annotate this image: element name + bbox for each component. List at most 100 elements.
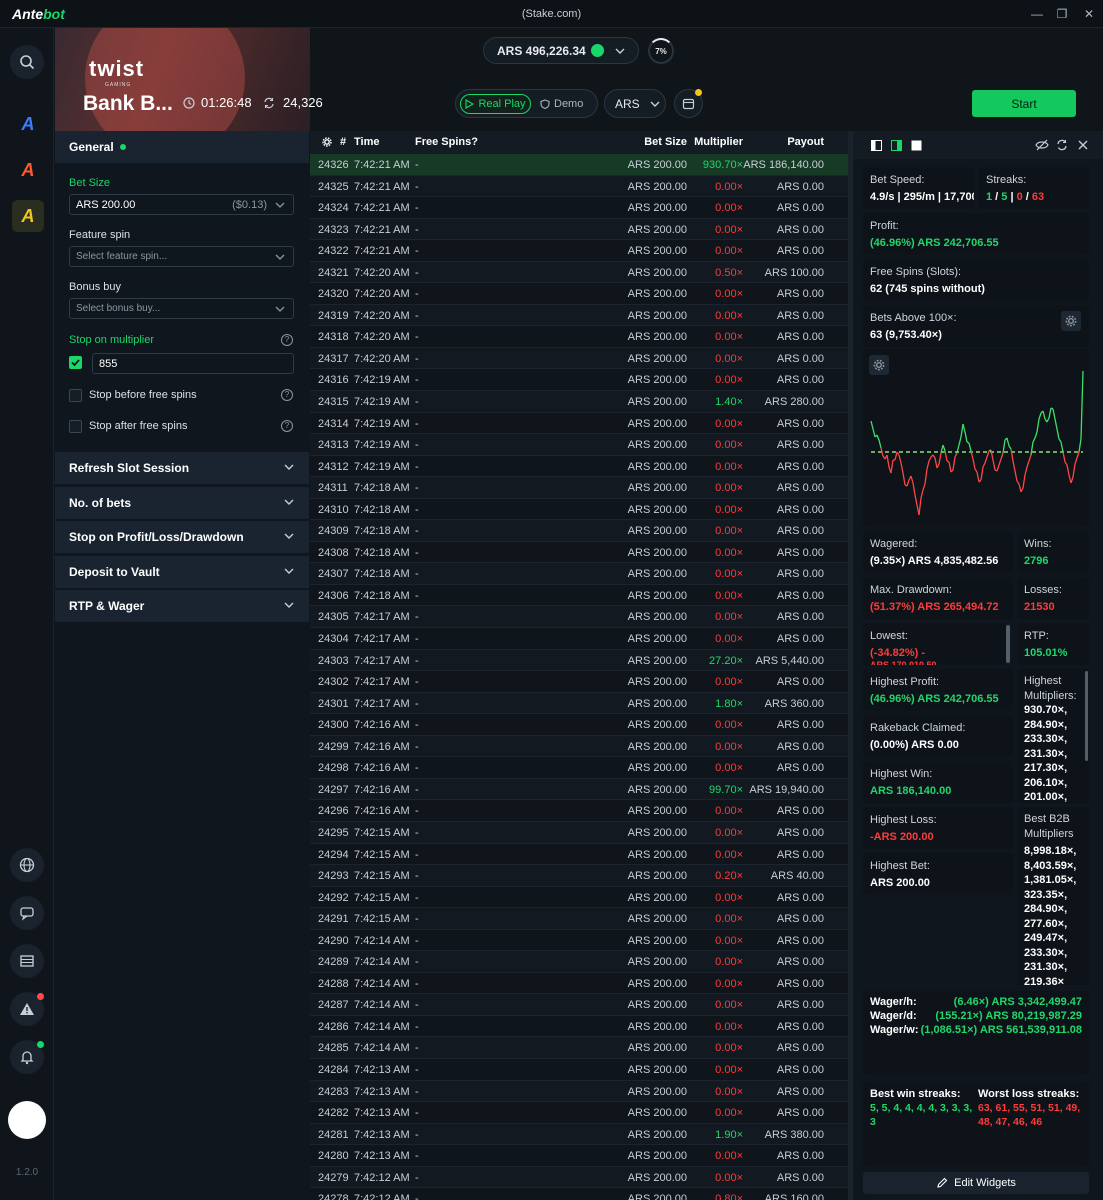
- stop-before-checkbox[interactable]: [69, 389, 82, 402]
- cell-payout: ARS 0.00: [776, 826, 824, 839]
- table-row[interactable]: 24283 7:42:13 AM - ARS 200.00 0.00× ARS 0.00: [310, 1080, 849, 1103]
- table-row[interactable]: 24309 7:42:18 AM - ARS 200.00 0.00× ARS 0.00: [310, 520, 849, 542]
- table-row[interactable]: 24286 7:42:14 AM - ARS 200.00 0.00× ARS 0.00: [310, 1016, 849, 1038]
- minimize-icon[interactable]: —: [1028, 7, 1046, 21]
- table-row[interactable]: 24313 7:42:19 AM - ARS 200.00 0.00× ARS 0.00: [310, 434, 849, 456]
- table-row[interactable]: 24303 7:42:17 AM - ARS 200.00 27.20× ARS 5,44…: [310, 649, 849, 672]
- globe-button[interactable]: [10, 848, 44, 882]
- help-icon[interactable]: ?: [281, 420, 293, 432]
- stop-multiplier-checkbox[interactable]: [69, 356, 82, 369]
- start-button[interactable]: Start: [972, 90, 1076, 117]
- help-icon[interactable]: ?: [281, 334, 293, 346]
- table-row[interactable]: 24325 7:42:21 AM - ARS 200.00 0.00× ARS 0.00: [310, 175, 849, 198]
- cell-free-spins: -: [415, 1128, 419, 1141]
- table-row[interactable]: 24318 7:42:20 AM - ARS 200.00 0.00× ARS 0.00: [310, 326, 849, 348]
- restore-icon[interactable]: ❐: [1053, 7, 1071, 21]
- table-row[interactable]: 24282 7:42:13 AM - ARS 200.00 0.00× ARS 0.00: [310, 1102, 849, 1124]
- table-row[interactable]: 24315 7:42:19 AM - ARS 200.00 1.40× ARS 280.0…: [310, 391, 849, 413]
- refresh-icon[interactable]: [1056, 139, 1068, 151]
- cell-bet-size: ARS 200.00: [627, 1128, 687, 1141]
- table-row[interactable]: 24280 7:42:13 AM - ARS 200.00 0.00× ARS 0.00: [310, 1145, 849, 1167]
- table-row[interactable]: 24305 7:42:17 AM - ARS 200.00 0.00× ARS 0.00: [310, 606, 849, 629]
- table-row[interactable]: 24324 7:42:21 AM - ARS 200.00 0.00× ARS 0.00: [310, 197, 849, 219]
- table-row[interactable]: 24304 7:42:17 AM - ARS 200.00 0.00× ARS 0.00: [310, 628, 849, 650]
- avatar[interactable]: [8, 1101, 46, 1139]
- app-a-orange-icon[interactable]: A: [12, 154, 44, 186]
- table-row[interactable]: 24314 7:42:19 AM - ARS 200.00 0.00× ARS 0.00: [310, 413, 849, 435]
- table-row[interactable]: 24285 7:42:14 AM - ARS 200.00 0.00× ARS 0.00: [310, 1037, 849, 1059]
- table-row[interactable]: 24294 7:42:15 AM - ARS 200.00 0.00× ARS 0.00: [310, 844, 849, 866]
- balance-dropdown[interactable]: ARS 496,226.34: [483, 37, 639, 64]
- chart-segment: [1080, 370, 1084, 440]
- close-icon[interactable]: [1078, 140, 1088, 150]
- rtp-wager-section[interactable]: RTP & Wager: [55, 590, 309, 622]
- table-row[interactable]: 24297 7:42:16 AM - ARS 200.00 99.70× ARS 19,9…: [310, 778, 849, 801]
- table-button[interactable]: [10, 944, 44, 978]
- help-icon[interactable]: ?: [281, 389, 293, 401]
- refresh-slot-section[interactable]: Refresh Slot Session: [55, 452, 309, 484]
- app-a-blue-icon[interactable]: A: [12, 108, 44, 140]
- lowest-scrollbar[interactable]: [1006, 625, 1010, 663]
- table-row[interactable]: 24287 7:42:14 AM - ARS 200.00 0.00× ARS 0.00: [310, 994, 849, 1016]
- table-row[interactable]: 24293 7:42:15 AM - ARS 200.00 0.20× ARS 40.00: [310, 865, 849, 887]
- stop-profit-loss-section[interactable]: Stop on Profit/Loss/Drawdown: [55, 521, 309, 553]
- table-row[interactable]: 24284 7:42:13 AM - ARS 200.00 0.00× ARS 0.00: [310, 1059, 849, 1081]
- stop-after-checkbox[interactable]: [69, 420, 82, 433]
- bonus-buy-select[interactable]: Select bonus buy...: [69, 298, 294, 319]
- table-row[interactable]: 24311 7:42:18 AM - ARS 200.00 0.00× ARS 0.00: [310, 477, 849, 499]
- general-section-header[interactable]: General: [55, 131, 309, 163]
- table-row[interactable]: 24279 7:42:12 AM - ARS 200.00 0.00× ARS 0.00: [310, 1166, 849, 1189]
- table-row[interactable]: 24290 7:42:14 AM - ARS 200.00 0.00× ARS 0.00: [310, 930, 849, 952]
- feature-spin-select[interactable]: Select feature spin...: [69, 246, 294, 267]
- table-row[interactable]: 24296 7:42:16 AM - ARS 200.00 0.00× ARS 0.00: [310, 800, 849, 822]
- bet-size-input[interactable]: ARS 200.00 ($0.13): [69, 194, 294, 215]
- table-row[interactable]: 24319 7:42:20 AM - ARS 200.00 0.00× ARS 0.00: [310, 304, 849, 327]
- gear-icon[interactable]: [1061, 311, 1081, 331]
- table-row[interactable]: 24292 7:42:15 AM - ARS 200.00 0.00× ARS 0.00: [310, 887, 849, 909]
- no-of-bets-section[interactable]: No. of bets: [55, 487, 309, 519]
- table-row[interactable]: 24278 7:42:12 AM - ARS 200.00 0.80× ARS 160.0…: [310, 1188, 849, 1200]
- close-icon[interactable]: ✕: [1080, 7, 1098, 21]
- real-play-button[interactable]: Real Play: [460, 94, 531, 114]
- layout-left-icon[interactable]: [871, 140, 882, 151]
- cell-time: 7:42:13 AM: [354, 1085, 410, 1098]
- table-row[interactable]: 24302 7:42:17 AM - ARS 200.00 0.00× ARS 0.00: [310, 671, 849, 693]
- currency-select[interactable]: ARS: [604, 89, 666, 118]
- stop-multiplier-input[interactable]: 855: [92, 353, 294, 374]
- cell-id: 24316: [318, 374, 349, 387]
- table-row[interactable]: 24321 7:42:20 AM - ARS 200.00 0.50× ARS 100.0…: [310, 261, 849, 284]
- table-row[interactable]: 24306 7:42:18 AM - ARS 200.00 0.00× ARS 0.00: [310, 585, 849, 607]
- cell-payout: ARS 186,140.00: [743, 159, 824, 171]
- table-row[interactable]: 24316 7:42:19 AM - ARS 200.00 0.00× ARS 0.00: [310, 369, 849, 392]
- table-row[interactable]: 24317 7:42:20 AM - ARS 200.00 0.00× ARS 0.00: [310, 347, 849, 370]
- edit-widgets-button[interactable]: Edit Widgets: [863, 1172, 1089, 1194]
- table-row[interactable]: 24326 7:42:21 AM - ARS 200.00 930.70× ARS 186…: [310, 154, 849, 176]
- table-row[interactable]: 24307 7:42:18 AM - ARS 200.00 0.00× ARS 0.00: [310, 563, 849, 585]
- demo-button[interactable]: Demo: [540, 94, 583, 114]
- table-row[interactable]: 24299 7:42:16 AM - ARS 200.00 0.00× ARS 0.00: [310, 735, 849, 758]
- layout-full-icon[interactable]: [911, 140, 922, 151]
- table-row[interactable]: 24281 7:42:13 AM - ARS 200.00 1.90× ARS 380.0…: [310, 1123, 849, 1146]
- table-row[interactable]: 24310 7:42:18 AM - ARS 200.00 0.00× ARS 0.00: [310, 499, 849, 521]
- chevron-down-icon: [615, 48, 625, 54]
- table-row[interactable]: 24308 7:42:18 AM - ARS 200.00 0.00× ARS 0.00: [310, 542, 849, 564]
- deposit-vault-section[interactable]: Deposit to Vault: [55, 556, 309, 588]
- chat-button[interactable]: [10, 896, 44, 930]
- search-button[interactable]: [10, 45, 44, 79]
- table-row[interactable]: 24289 7:42:14 AM - ARS 200.00 0.00× ARS 0.00: [310, 951, 849, 973]
- layout-right-icon[interactable]: [891, 140, 902, 151]
- table-row[interactable]: 24291 7:42:15 AM - ARS 200.00 0.00× ARS 0.00: [310, 908, 849, 930]
- table-row[interactable]: 24312 7:42:19 AM - ARS 200.00 0.00× ARS 0.00: [310, 456, 849, 478]
- table-row[interactable]: 24295 7:42:15 AM - ARS 200.00 0.00× ARS 0.00: [310, 821, 849, 844]
- eye-off-icon[interactable]: [1035, 139, 1049, 151]
- gear-icon[interactable]: [322, 137, 332, 147]
- table-row[interactable]: 24288 7:42:14 AM - ARS 200.00 0.00× ARS 0.00: [310, 973, 849, 995]
- app-a-yellow-icon[interactable]: A: [12, 200, 44, 232]
- table-row[interactable]: 24298 7:42:16 AM - ARS 200.00 0.00× ARS 0.00: [310, 757, 849, 779]
- table-row[interactable]: 24300 7:42:16 AM - ARS 200.00 0.00× ARS 0.00: [310, 714, 849, 736]
- table-row[interactable]: 24322 7:42:21 AM - ARS 200.00 0.00× ARS 0.00: [310, 240, 849, 262]
- multipliers-scrollbar[interactable]: [1085, 671, 1088, 761]
- table-row[interactable]: 24301 7:42:17 AM - ARS 200.00 1.80× ARS 360.0…: [310, 692, 849, 715]
- table-row[interactable]: 24323 7:42:21 AM - ARS 200.00 0.00× ARS 0.00: [310, 218, 849, 241]
- table-row[interactable]: 24320 7:42:20 AM - ARS 200.00 0.00× ARS 0.00: [310, 283, 849, 305]
